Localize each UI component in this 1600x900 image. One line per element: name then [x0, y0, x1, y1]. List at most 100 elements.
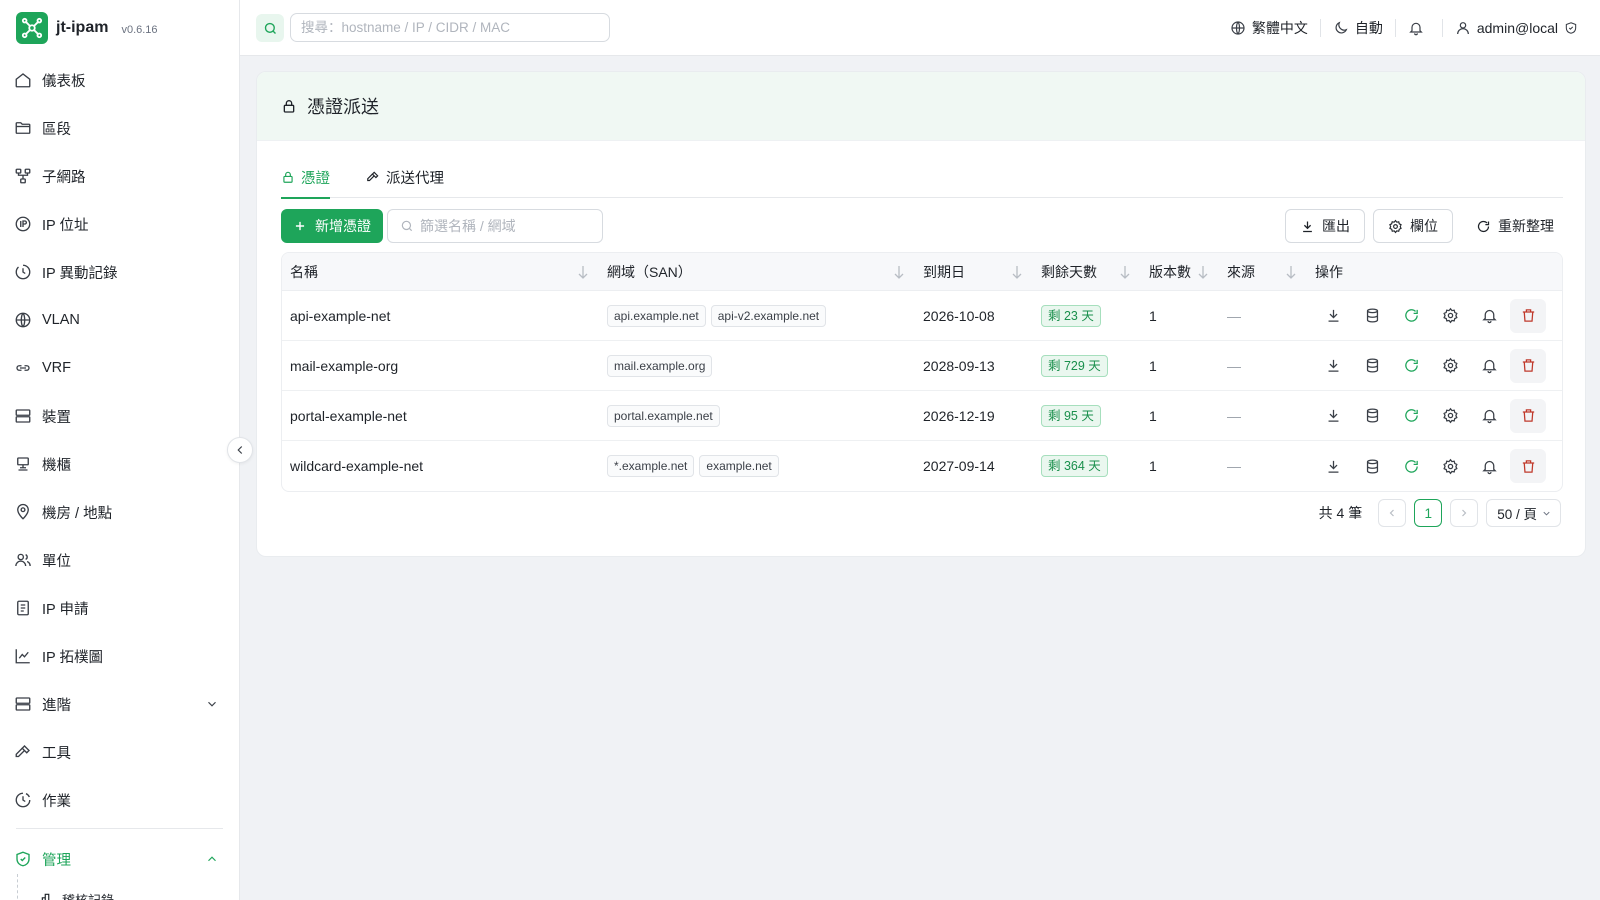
- filter-input[interactable]: [420, 218, 590, 234]
- user-name: admin@local: [1476, 20, 1558, 36]
- renew-button[interactable]: [1393, 349, 1429, 383]
- export-label: 匯出: [1322, 218, 1350, 234]
- delete-button[interactable]: [1510, 449, 1546, 483]
- filter-field[interactable]: [387, 209, 603, 243]
- sidebar-item-ip-history[interactable]: IP 異動記錄: [0, 248, 239, 296]
- cell-san: api.example.net api-v2.example.net: [599, 291, 915, 341]
- next-page-button[interactable]: [1450, 499, 1479, 527]
- export-button[interactable]: 匯出: [1285, 209, 1365, 243]
- sidebar-item-subnets[interactable]: 子網路: [0, 152, 239, 200]
- page-number-current[interactable]: 1: [1414, 499, 1443, 527]
- cell-days-left: 剩 364 天: [1033, 441, 1141, 491]
- san-tag: api-v2.example.net: [710, 304, 827, 327]
- download-button[interactable]: [1315, 349, 1351, 383]
- trash-icon: [1522, 309, 1534, 322]
- refresh-button[interactable]: 重新整理: [1461, 209, 1563, 243]
- column-header-versions[interactable]: 版本數: [1141, 253, 1219, 291]
- notify-button[interactable]: [1471, 349, 1507, 383]
- download-button[interactable]: [1315, 399, 1351, 433]
- sidebar-item-advanced[interactable]: 進階: [0, 680, 239, 728]
- column-header-name[interactable]: 名稱: [282, 253, 599, 291]
- download-button[interactable]: [1315, 449, 1351, 483]
- san-tag: mail.example.org: [607, 354, 713, 377]
- gear-icon: [1442, 307, 1458, 324]
- column-header-san[interactable]: 網域（SAN）: [599, 253, 915, 291]
- settings-button[interactable]: [1432, 449, 1468, 483]
- sidebar-item-sections[interactable]: 區段: [0, 104, 239, 152]
- cell-name: api-example-net: [290, 307, 391, 324]
- column-header-actions: 操作: [1307, 253, 1562, 291]
- sidebar-item-ip-requests[interactable]: IP 申請: [0, 584, 239, 632]
- versions-button[interactable]: [1354, 449, 1390, 483]
- chevron-right-icon: [1462, 509, 1467, 517]
- sidebar-item-label: 單位: [42, 553, 71, 570]
- download-button[interactable]: [1315, 299, 1351, 333]
- versions-button[interactable]: [1354, 399, 1390, 433]
- new-certificate-button[interactable]: 新增憑證: [281, 209, 383, 243]
- cell-expires: 2028-09-13: [923, 357, 995, 374]
- notify-button[interactable]: [1471, 399, 1507, 433]
- sidebar-divider: [16, 828, 223, 829]
- global-search-input[interactable]: [290, 13, 610, 42]
- settings-button[interactable]: [1432, 399, 1468, 433]
- settings-button[interactable]: [1432, 349, 1468, 383]
- sidebar-collapse-button[interactable]: [227, 437, 253, 463]
- sidebar-item-ip-topology[interactable]: IP 拓樸圖: [0, 632, 239, 680]
- notify-button[interactable]: [1471, 299, 1507, 333]
- prev-page-button[interactable]: [1378, 499, 1407, 527]
- tab-deploy-agents[interactable]: 派送代理: [366, 156, 444, 198]
- language-switcher[interactable]: 繁體中文: [1230, 18, 1308, 38]
- sidebar-item-admin[interactable]: 管理: [0, 835, 239, 883]
- delete-button[interactable]: [1510, 298, 1546, 333]
- cell-san: mail.example.org: [599, 341, 915, 391]
- theme-switcher[interactable]: 自動: [1333, 18, 1383, 38]
- renew-button[interactable]: [1393, 449, 1429, 483]
- versions-button[interactable]: [1354, 299, 1390, 333]
- tab-certificates[interactable]: 憑證: [281, 156, 330, 199]
- column-header-source[interactable]: 來源: [1219, 253, 1307, 291]
- global-search-button[interactable]: [256, 14, 284, 42]
- columns-button[interactable]: 欄位: [1373, 209, 1453, 243]
- sidebar-item-vlan[interactable]: VLAN: [0, 296, 239, 344]
- days-left-badge: 剩 23 天: [1041, 304, 1101, 327]
- sidebar-item-label: 裝置: [42, 409, 71, 426]
- sidebar-item-vrf[interactable]: VRF: [0, 344, 239, 392]
- page-size-select[interactable]: 50 / 頁: [1486, 499, 1561, 527]
- column-header-days-left[interactable]: 剩餘天數: [1033, 253, 1141, 291]
- brand[interactable]: jt-ipam v0.6.16: [0, 0, 239, 56]
- sidebar-item-locations[interactable]: 機房 / 地點: [0, 488, 239, 536]
- jobs-icon: [15, 792, 31, 808]
- sidebar-item-label: 工具: [42, 745, 71, 762]
- database-icon: [1366, 358, 1378, 373]
- renew-button[interactable]: [1393, 399, 1429, 433]
- cell-source: —: [1219, 441, 1307, 491]
- download-icon: [1328, 309, 1338, 322]
- delete-button[interactable]: [1510, 348, 1546, 383]
- sidebar-item-racks[interactable]: 機櫃: [0, 440, 239, 488]
- sidebar-item-devices[interactable]: 裝置: [0, 392, 239, 440]
- renew-button[interactable]: [1393, 299, 1429, 333]
- column-header-expires[interactable]: 到期日: [915, 253, 1033, 291]
- versions-button[interactable]: [1354, 349, 1390, 383]
- search-icon: [401, 220, 413, 232]
- sidebar-item-dashboard[interactable]: 儀表板: [0, 56, 239, 104]
- user-menu[interactable]: admin@local: [1455, 20, 1578, 36]
- hammer-icon: [367, 171, 379, 182]
- sidebar-item-units[interactable]: 單位: [0, 536, 239, 584]
- certificates-table: 名稱 網域（SAN） 到期日 剩餘天數 版本數 來源 操作 api-exampl…: [281, 252, 1563, 492]
- sidebar-item-label: IP 申請: [42, 601, 89, 618]
- days-left-badge: 剩 364 天: [1041, 455, 1108, 477]
- table-row: portal-example-net portal.example.net 2026…: [282, 391, 1562, 441]
- delete-button[interactable]: [1510, 398, 1546, 433]
- sidebar-item-ip-addresses[interactable]: IP 位址: [0, 200, 239, 248]
- notify-button[interactable]: [1471, 449, 1507, 483]
- notifications-button[interactable]: [1408, 20, 1430, 36]
- column-header-label: 操作: [1315, 263, 1343, 280]
- sidebar-item-jobs[interactable]: 作業: [0, 776, 239, 824]
- sidebar-subitem-audit-log[interactable]: 稽核記錄: [0, 874, 239, 900]
- source-value: —: [1227, 307, 1241, 324]
- pagination: 共 4 筆 1 50 / 頁: [1319, 499, 1561, 527]
- sidebar-item-tools[interactable]: 工具: [0, 728, 239, 776]
- settings-button[interactable]: [1432, 299, 1468, 333]
- refresh-label: 重新整理: [1498, 218, 1554, 234]
